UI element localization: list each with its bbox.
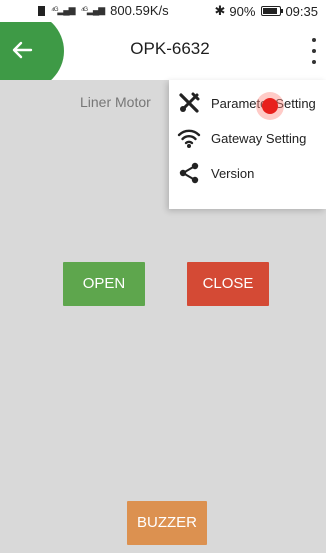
section-label: Liner Motor [80,94,151,110]
dot-icon [312,60,316,64]
menu-item-parameter-setting[interactable]: Parameter Setting [169,84,326,122]
dot-icon [312,49,316,53]
signal-icon-2: ⁴ᴳ▂▄▆ [80,5,106,15]
bluetooth-icon: ✱ [214,3,226,18]
tools-icon [175,89,203,117]
touch-indicator [256,92,284,120]
menu-item-label: Gateway Setting [211,130,307,146]
share-icon [175,159,203,187]
overflow-menu: Parameter Setting Gateway Setting Versio… [169,80,326,209]
menu-item-label: Version [211,165,255,181]
status-right: ✱ 90% 09:35 [215,3,318,19]
menu-item-gateway-setting[interactable]: Gateway Setting [169,119,326,157]
status-left: ⁴ᴳ▂▄▆ ⁴ᴳ▂▄▆ 800.59K/s [38,3,169,18]
dot-icon [312,38,316,42]
open-button[interactable]: OPEN [63,262,145,306]
close-button[interactable]: CLOSE [187,262,269,306]
buzzer-button[interactable]: BUZZER [127,501,207,545]
clock: 09:35 [285,3,318,19]
sim-icon [38,5,45,16]
battery-icon [261,6,284,16]
page-title: OPK-6632 [130,39,210,58]
menu-item-version[interactable]: Version [169,154,326,192]
app-bar: OPK-6632 [0,22,326,80]
signal-icon: ⁴ᴳ▂▄▆ [51,5,76,15]
battery-percent: 90% [229,3,256,19]
more-options-button[interactable] [306,38,322,64]
wifi-icon [175,124,203,152]
network-speed: 800.59K/s [110,3,169,18]
status-bar: ⁴ᴳ▂▄▆ ⁴ᴳ▂▄▆ 800.59K/s ✱ 90% 09:35 [0,0,326,22]
